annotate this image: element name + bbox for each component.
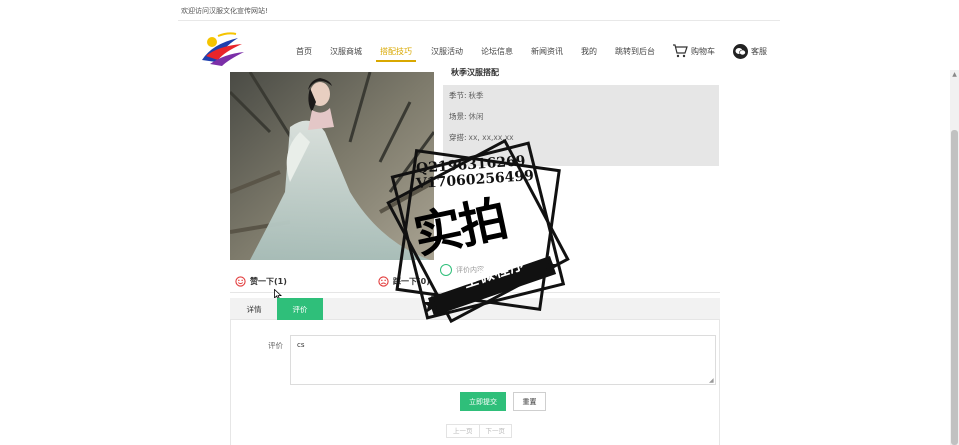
page: 欢迎访问汉服文化宣传网站! 首页 汉服商城 搭配技巧 汉服活动 论坛信息 新闻资…	[0, 0, 959, 445]
vote-divider	[230, 292, 720, 293]
dislike-button[interactable]: 踩一下(0)	[378, 276, 430, 287]
product-photo	[230, 72, 434, 260]
cart-icon	[673, 44, 688, 58]
pager: 上一页 下一页	[446, 424, 512, 438]
season-row: 季节: 秋季	[449, 90, 484, 101]
product-title: 秋季汉服搭配	[451, 68, 499, 77]
like-button[interactable]: 赞一下(1)	[235, 276, 287, 287]
service-label: 客服	[751, 47, 767, 56]
submit-button[interactable]: 立即提交	[460, 392, 506, 411]
extra-label: 穿搭:	[449, 133, 467, 142]
reset-button[interactable]: 重置	[513, 392, 546, 411]
site-logo[interactable]	[198, 30, 246, 68]
nav-forum[interactable]: 论坛信息	[481, 40, 513, 62]
scene-value: 休闲	[468, 112, 484, 121]
review-textarea[interactable]: cs	[290, 335, 716, 385]
scene-row: 场景: 休闲	[449, 111, 484, 122]
dislike-label: 踩一下(0)	[393, 277, 430, 286]
cart-link[interactable]: 购物车	[672, 44, 715, 58]
welcome-text: 欢迎访问汉服文化宣传网站!	[181, 7, 268, 15]
wechat-icon	[733, 44, 748, 59]
tab-detail[interactable]: 详情	[231, 298, 277, 320]
resize-handle-icon[interactable]: ◢	[709, 378, 715, 384]
prev-page-button[interactable]: 上一页	[446, 424, 480, 438]
product-info-panel: 季节: 秋季 场景: 休闲 穿搭: xx, xx,xx,xx	[443, 72, 719, 166]
scrollbar-thumb[interactable]	[951, 130, 958, 445]
extra-row: 穿搭: xx, xx,xx,xx	[449, 132, 514, 143]
frown-icon	[378, 276, 389, 287]
extra-value: xx, xx,xx,xx	[468, 133, 514, 142]
nav-events[interactable]: 汉服活动	[431, 40, 463, 62]
customer-service-link[interactable]: 客服	[733, 44, 767, 59]
info-title-strip: 秋季汉服搭配	[443, 68, 719, 85]
cart-label: 购物车	[691, 46, 715, 56]
like-label: 赞一下(1)	[250, 277, 287, 286]
scene-label: 场景:	[449, 112, 467, 121]
season-label: 季节:	[449, 91, 467, 100]
smile-icon	[235, 276, 246, 287]
main-nav: 首页 汉服商城 搭配技巧 汉服活动 论坛信息 新闻资讯 我的 跳转到后台	[288, 40, 655, 62]
nav-home[interactable]: 首页	[296, 40, 312, 62]
season-value: 秋季	[468, 91, 484, 100]
next-page-button[interactable]: 下一页	[479, 424, 512, 438]
nav-mine[interactable]: 我的	[581, 40, 597, 62]
header-divider	[178, 20, 780, 21]
nav-news[interactable]: 新闻资讯	[531, 40, 563, 62]
tab-review[interactable]: 评价	[277, 298, 323, 320]
comment-icon	[440, 264, 452, 276]
scroll-up-arrow[interactable]: ▲	[951, 72, 958, 78]
watermark-ribbon: 全微程序	[460, 254, 528, 292]
nav-shop[interactable]: 汉服商城	[330, 40, 362, 62]
nav-styling-tips[interactable]: 搭配技巧	[376, 40, 416, 62]
nav-admin[interactable]: 跳转到后台	[615, 40, 655, 62]
review-label: 评价	[268, 341, 283, 350]
